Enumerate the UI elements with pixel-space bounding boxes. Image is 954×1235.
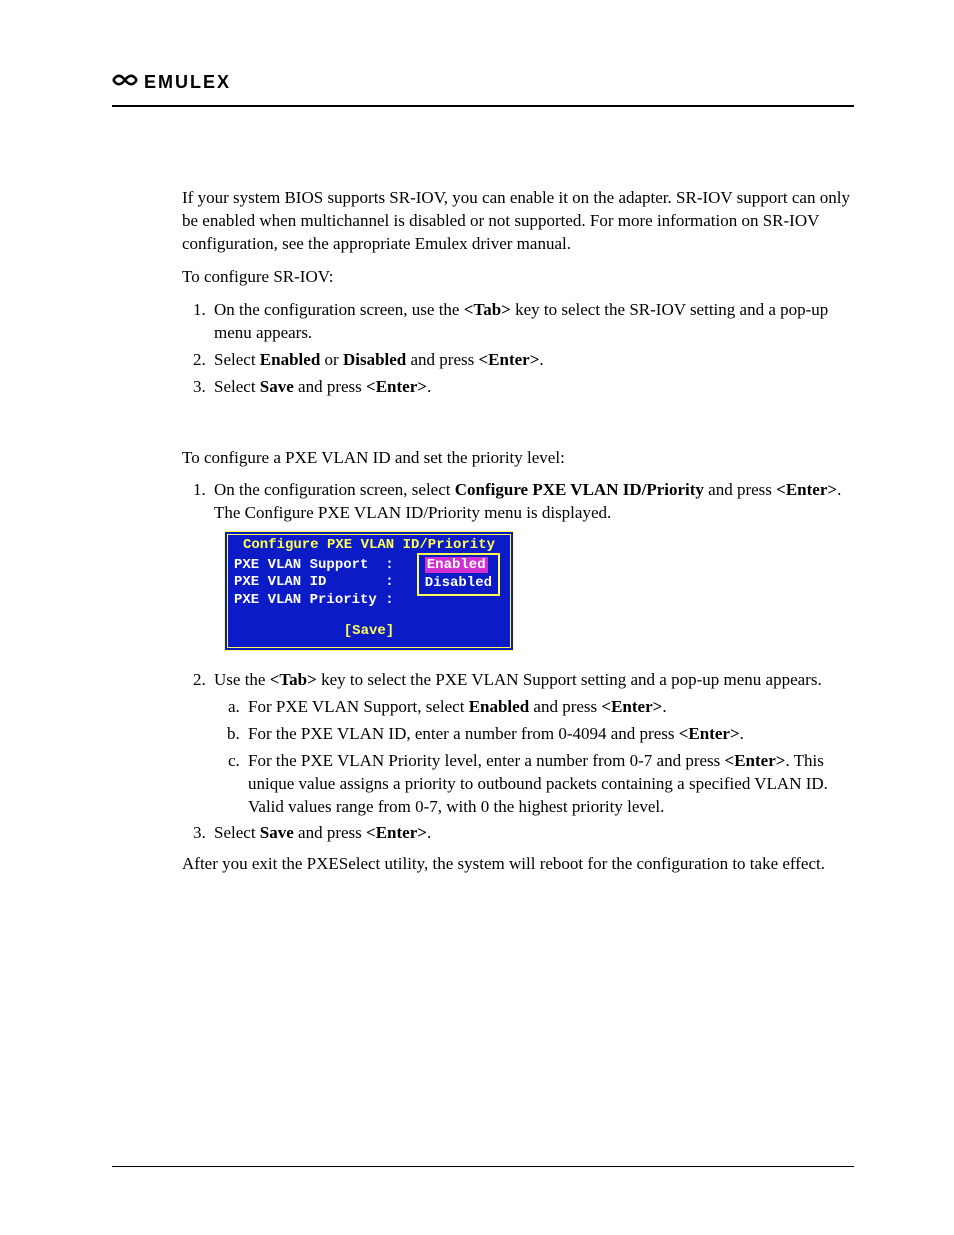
outro-paragraph: After you exit the PXESelect utility, th… [182,853,854,876]
bios-popup: Enabled Disabled [417,553,500,596]
pxe-substeps: For PXE VLAN Support, select Enabled and… [214,696,854,819]
main-content: If your system BIOS supports SR-IOV, you… [182,187,854,876]
pxe-intro: To configure a PXE VLAN ID and set the p… [182,447,854,470]
footer-rule [112,1166,854,1167]
pxe-sub-a: For PXE VLAN Support, select Enabled and… [244,696,854,719]
brand-name: EMULEX [144,72,231,93]
bios-screenshot: Configure PXE VLAN ID/Priority PXE VLAN … [224,531,514,651]
pxe-step-1: On the configuration screen, select Conf… [210,479,854,650]
bios-popup-selected: Enabled [425,557,488,573]
pxe-sub-b: For the PXE VLAN ID, enter a number from… [244,723,854,746]
bios-popup-other: Disabled [425,575,492,593]
header-rule [112,105,854,107]
pxe-sub-c: For the PXE VLAN Priority level, enter a… [244,750,854,819]
sriov-step-3: Select Save and press <Enter>. [210,376,854,399]
pxe-step-3: Select Save and press <Enter>. [210,822,854,845]
sriov-step-2: Select Enabled or Disabled and press <En… [210,349,854,372]
bios-save: [Save] [234,623,504,641]
page-header: EMULEX [112,70,854,95]
intro-paragraph-1: If your system BIOS supports SR-IOV, you… [182,187,854,256]
intro-paragraph-2: To configure SR-IOV: [182,266,854,289]
pxe-step-2: Use the <Tab> key to select the PXE VLAN… [210,669,854,819]
sriov-step-1: On the configuration screen, use the <Ta… [210,299,854,345]
emulex-logo-icon [112,70,138,95]
bios-title: Configure PXE VLAN ID/Priority [239,537,499,555]
sriov-steps-list: On the configuration screen, use the <Ta… [182,299,854,399]
pxe-steps-list: On the configuration screen, select Conf… [182,479,854,845]
